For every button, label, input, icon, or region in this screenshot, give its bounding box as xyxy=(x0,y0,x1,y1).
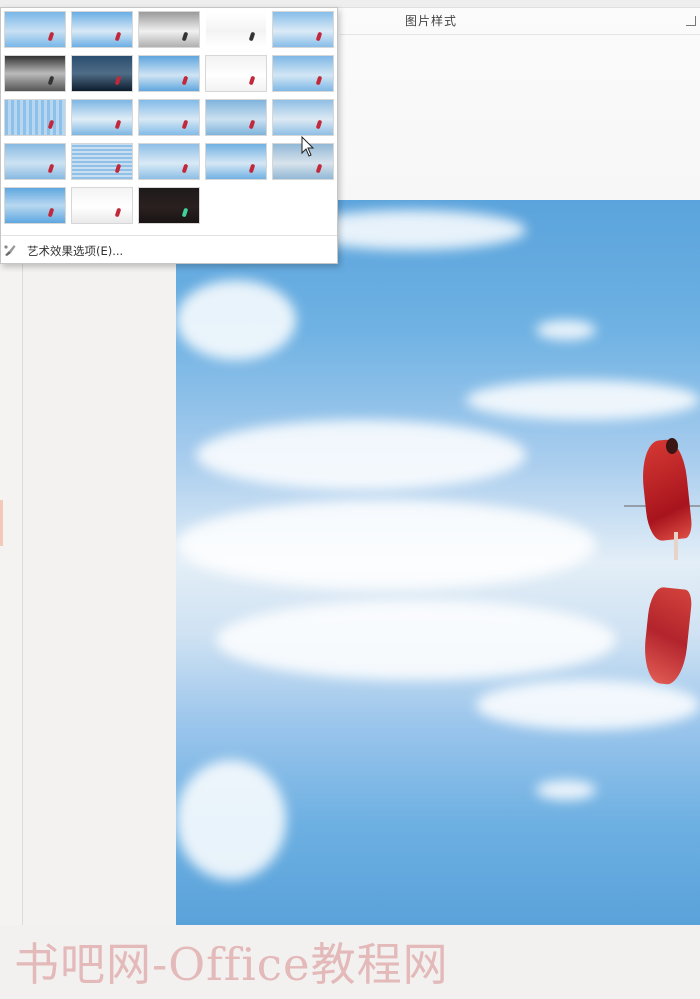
cloud xyxy=(476,680,700,730)
figure-marker xyxy=(181,75,189,86)
art-effect-pencil-sketch-thumbnail[interactable] xyxy=(205,11,267,48)
figure-marker xyxy=(114,31,122,42)
cloud xyxy=(196,420,526,490)
art-effect-film-grain-thumbnail[interactable] xyxy=(138,99,200,136)
figure-marker xyxy=(181,163,189,174)
woman-legs xyxy=(674,532,678,560)
figure-marker xyxy=(248,75,256,86)
figure-marker xyxy=(114,163,122,174)
slide-picture[interactable] xyxy=(176,200,700,925)
figure-marker xyxy=(248,31,256,42)
cloud xyxy=(536,320,596,340)
figure-marker xyxy=(181,207,189,218)
artistic-effects-options-item[interactable]: 艺术效果选项(E)... xyxy=(1,238,337,262)
art-effect-pencil-grayscale-thumbnail[interactable] xyxy=(138,11,200,48)
art-effect-mosaic-bubbles-thumbnail[interactable] xyxy=(205,99,267,136)
art-effect-cement-thumbnail[interactable] xyxy=(4,143,66,180)
art-effect-watercolor-sponge-thumbnail[interactable] xyxy=(71,99,133,136)
picture-styles-group-label: 图片样式 xyxy=(405,14,458,28)
art-effect-paint-strokes-thumbnail[interactable] xyxy=(71,55,133,92)
art-effect-line-drawing-thumbnail[interactable] xyxy=(272,11,334,48)
art-effect-blur-thumbnail[interactable] xyxy=(272,55,334,92)
gallery-divider xyxy=(1,235,337,236)
figure-marker xyxy=(114,75,122,86)
figure-marker xyxy=(248,119,256,130)
dialog-launcher-icon[interactable] xyxy=(686,16,696,26)
figure-marker xyxy=(181,31,189,42)
cloud xyxy=(466,380,700,420)
cloud xyxy=(176,500,596,590)
figure-marker xyxy=(315,31,323,42)
cloud xyxy=(216,600,616,680)
art-effect-crisscross-etching-thumbnail[interactable] xyxy=(138,143,200,180)
cloud xyxy=(176,280,296,360)
figure-marker xyxy=(315,119,323,130)
art-effect-glass-thumbnail[interactable] xyxy=(272,99,334,136)
artistic-effects-options-label: 艺术效果选项(E)... xyxy=(27,244,124,258)
powerpoint-window: 图片样式 艺术效果选项(E)... 书吧网-Office教程网 xyxy=(0,0,700,999)
site-watermark: 书吧网-Office教程网 xyxy=(14,938,449,991)
figure-marker xyxy=(181,119,189,130)
art-effect-chalk-sketch-thumbnail[interactable] xyxy=(4,55,66,92)
figure-marker xyxy=(47,163,55,174)
art-effect-none-thumbnail[interactable] xyxy=(4,11,66,48)
art-effect-marker-thumbnail[interactable] xyxy=(71,11,133,48)
art-effect-texturizer-thumbnail[interactable] xyxy=(71,143,133,180)
figure-marker xyxy=(47,31,55,42)
art-effect-cutout-thumbnail[interactable] xyxy=(4,187,66,224)
art-effect-paint-brush-thumbnail[interactable] xyxy=(138,55,200,92)
ribbon-divider xyxy=(340,34,700,35)
art-effect-glow-edges-thumbnail[interactable] xyxy=(138,187,200,224)
art-effect-glow-diffused-thumbnail[interactable] xyxy=(205,55,267,92)
paintbrush-icon xyxy=(4,245,16,256)
figure-marker xyxy=(114,207,122,218)
figure-marker xyxy=(114,119,122,130)
art-effect-light-screen-thumbnail[interactable] xyxy=(4,99,66,136)
figure-marker xyxy=(315,75,323,86)
artistic-effects-gallery[interactable]: 艺术效果选项(E)... xyxy=(0,7,338,264)
figure-marker xyxy=(47,207,55,218)
slide-thumbnail-pane[interactable] xyxy=(0,200,23,925)
art-effect-photocopy-thumbnail[interactable] xyxy=(71,187,133,224)
woman-head xyxy=(666,438,678,454)
figure-marker xyxy=(248,163,256,174)
figure-marker xyxy=(47,119,55,130)
figure-marker xyxy=(47,75,55,86)
woman-reflection xyxy=(641,586,693,686)
cloud xyxy=(536,780,596,800)
cloud xyxy=(176,760,286,880)
art-effect-pastels-smooth-thumbnail[interactable] xyxy=(205,143,267,180)
mouse-pointer-icon xyxy=(301,136,315,157)
selected-slide-indicator xyxy=(0,500,3,546)
figure-marker xyxy=(315,163,323,174)
woman-red-dress xyxy=(638,437,694,543)
